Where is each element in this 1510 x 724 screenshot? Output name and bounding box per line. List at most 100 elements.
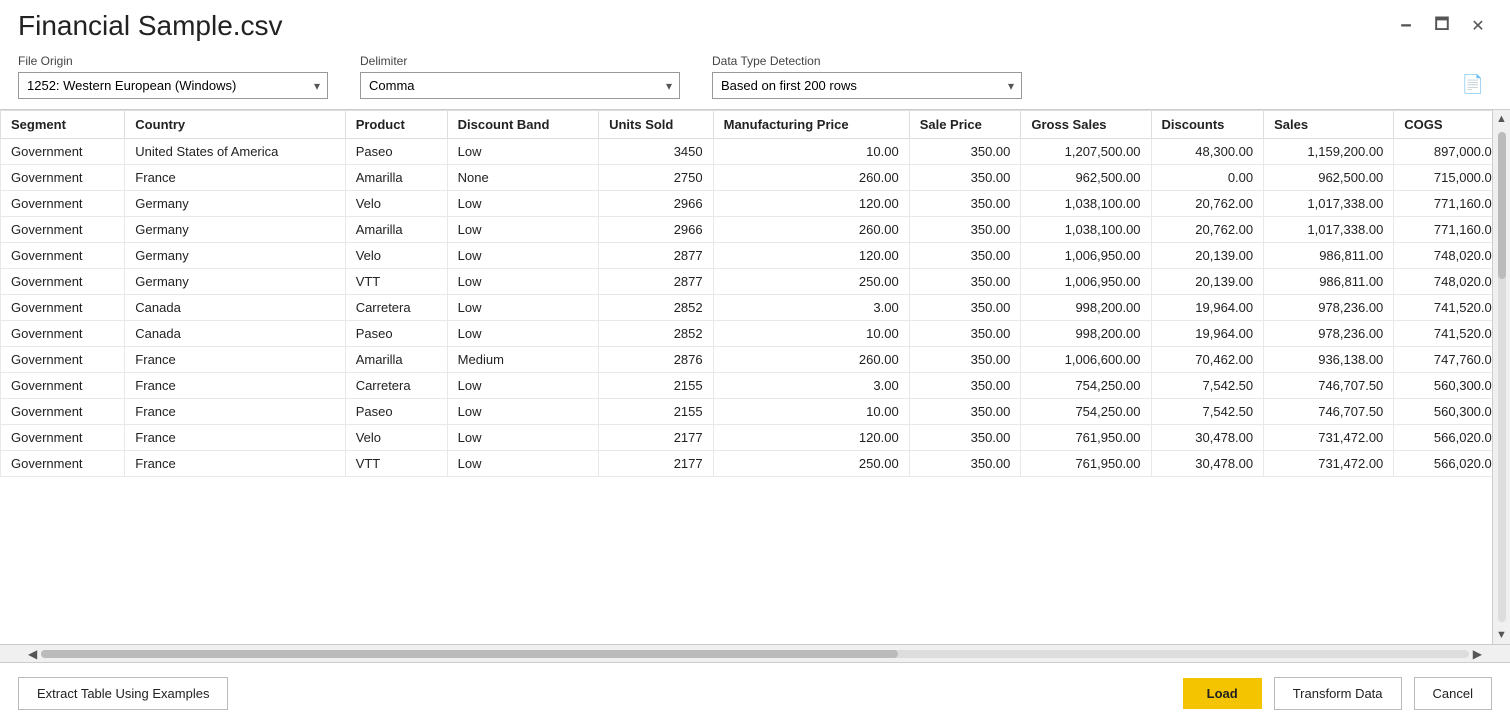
col-discounts: Discounts bbox=[1151, 111, 1264, 139]
h-scroll-track[interactable] bbox=[41, 650, 1469, 658]
delimiter-select[interactable]: Comma bbox=[360, 72, 680, 99]
table-cell: Canada bbox=[125, 295, 345, 321]
cancel-button[interactable]: Cancel bbox=[1414, 677, 1492, 710]
h-scroll-thumb[interactable] bbox=[41, 650, 898, 658]
maximize-icon: 🗖 bbox=[1434, 13, 1449, 40]
extract-button[interactable]: Extract Table Using Examples bbox=[18, 677, 228, 710]
table-cell: Low bbox=[447, 451, 598, 477]
table-cell: 2155 bbox=[599, 399, 714, 425]
table-cell: 350.00 bbox=[909, 139, 1021, 165]
table-wrapper[interactable]: Segment Country Product Discount Band Un… bbox=[0, 110, 1510, 644]
table-cell: 0.00 bbox=[1151, 165, 1264, 191]
table-cell: Government bbox=[1, 191, 125, 217]
table-cell: 746,707.50 bbox=[1264, 399, 1394, 425]
table-cell: Germany bbox=[125, 243, 345, 269]
table-cell: 998,200.00 bbox=[1021, 295, 1151, 321]
export-icon-button[interactable]: 📄 bbox=[1454, 70, 1492, 99]
table-cell: 350.00 bbox=[909, 425, 1021, 451]
table-cell: Low bbox=[447, 399, 598, 425]
col-segment: Segment bbox=[1, 111, 125, 139]
table-cell: Paseo bbox=[345, 321, 447, 347]
table-cell: 7,542.50 bbox=[1151, 399, 1264, 425]
transform-button[interactable]: Transform Data bbox=[1274, 677, 1402, 710]
table-cell: Germany bbox=[125, 269, 345, 295]
table-cell: 120.00 bbox=[713, 243, 909, 269]
scroll-down-arrow[interactable]: ▼ bbox=[1493, 626, 1510, 644]
table-cell: Low bbox=[447, 269, 598, 295]
table-cell: Government bbox=[1, 139, 125, 165]
table-cell: Government bbox=[1, 373, 125, 399]
table-cell: 3.00 bbox=[713, 373, 909, 399]
maximize-button[interactable]: 🗖 bbox=[1428, 12, 1456, 40]
table-cell: 1,006,950.00 bbox=[1021, 243, 1151, 269]
table-cell: 250.00 bbox=[713, 269, 909, 295]
minimize-icon: 🗕 bbox=[1400, 13, 1411, 40]
table-cell: 962,500.00 bbox=[1264, 165, 1394, 191]
v-scroll-thumb[interactable] bbox=[1498, 132, 1506, 279]
table-cell: 2966 bbox=[599, 217, 714, 243]
table-cell: 2876 bbox=[599, 347, 714, 373]
table-cell: 1,006,600.00 bbox=[1021, 347, 1151, 373]
table-cell: 30,478.00 bbox=[1151, 425, 1264, 451]
minimize-button[interactable]: 🗕 bbox=[1392, 12, 1420, 40]
scroll-left-arrow[interactable]: ◀ bbox=[24, 647, 41, 661]
table-cell: 754,250.00 bbox=[1021, 373, 1151, 399]
table-cell: 731,472.00 bbox=[1264, 425, 1394, 451]
table-cell: 48,300.00 bbox=[1151, 139, 1264, 165]
col-product: Product bbox=[345, 111, 447, 139]
data-table: Segment Country Product Discount Band Un… bbox=[0, 110, 1510, 477]
window-controls: 🗕 🗖 ✕ bbox=[1392, 12, 1492, 40]
table-cell: Government bbox=[1, 269, 125, 295]
table-cell: 986,811.00 bbox=[1264, 269, 1394, 295]
table-cell: 350.00 bbox=[909, 347, 1021, 373]
col-units-sold: Units Sold bbox=[599, 111, 714, 139]
scroll-right-arrow[interactable]: ▶ bbox=[1469, 647, 1486, 661]
table-cell: Low bbox=[447, 243, 598, 269]
load-button[interactable]: Load bbox=[1183, 678, 1262, 709]
table-row: GovernmentGermanyVeloLow2966120.00350.00… bbox=[1, 191, 1510, 217]
table-cell: France bbox=[125, 425, 345, 451]
table-cell: 3450 bbox=[599, 139, 714, 165]
delimiter-group: Delimiter Comma bbox=[360, 54, 680, 99]
table-cell: 19,964.00 bbox=[1151, 321, 1264, 347]
data-type-select[interactable]: Based on first 200 rows bbox=[712, 72, 1022, 99]
table-cell: 250.00 bbox=[713, 451, 909, 477]
table-cell: 10.00 bbox=[713, 321, 909, 347]
table-cell: 1,017,338.00 bbox=[1264, 191, 1394, 217]
table-cell: Velo bbox=[345, 243, 447, 269]
table-cell: 754,250.00 bbox=[1021, 399, 1151, 425]
table-cell: 1,006,950.00 bbox=[1021, 269, 1151, 295]
table-cell: Amarilla bbox=[345, 165, 447, 191]
table-cell: 2177 bbox=[599, 425, 714, 451]
table-cell: Medium bbox=[447, 347, 598, 373]
table-cell: 936,138.00 bbox=[1264, 347, 1394, 373]
table-row: GovernmentGermanyVTTLow2877250.00350.001… bbox=[1, 269, 1510, 295]
table-cell: 2852 bbox=[599, 321, 714, 347]
table-row: GovernmentFranceAmarillaNone2750260.0035… bbox=[1, 165, 1510, 191]
v-scroll-track[interactable] bbox=[1498, 132, 1506, 622]
table-cell: Low bbox=[447, 373, 598, 399]
table-cell: 986,811.00 bbox=[1264, 243, 1394, 269]
table-cell: 350.00 bbox=[909, 295, 1021, 321]
close-button[interactable]: ✕ bbox=[1464, 12, 1492, 40]
table-cell: 1,207,500.00 bbox=[1021, 139, 1151, 165]
table-cell: Amarilla bbox=[345, 347, 447, 373]
table-cell: 978,236.00 bbox=[1264, 295, 1394, 321]
table-cell: Low bbox=[447, 321, 598, 347]
table-cell: 2877 bbox=[599, 269, 714, 295]
vertical-scrollbar[interactable]: ▲ ▼ bbox=[1492, 110, 1510, 644]
table-cell: 20,762.00 bbox=[1151, 191, 1264, 217]
col-sale-price: Sale Price bbox=[909, 111, 1021, 139]
table-cell: 1,017,338.00 bbox=[1264, 217, 1394, 243]
file-origin-select[interactable]: 1252: Western European (Windows) bbox=[18, 72, 328, 99]
horizontal-scrollbar[interactable]: ◀ ▶ bbox=[0, 644, 1510, 662]
table-cell: Low bbox=[447, 295, 598, 321]
col-gross-sales: Gross Sales bbox=[1021, 111, 1151, 139]
table-cell: Velo bbox=[345, 191, 447, 217]
table-cell: Government bbox=[1, 347, 125, 373]
table-cell: 10.00 bbox=[713, 399, 909, 425]
col-manufacturing-price: Manufacturing Price bbox=[713, 111, 909, 139]
scroll-up-arrow[interactable]: ▲ bbox=[1493, 110, 1510, 128]
table-cell: Government bbox=[1, 243, 125, 269]
table-row: GovernmentUnited States of AmericaPaseoL… bbox=[1, 139, 1510, 165]
